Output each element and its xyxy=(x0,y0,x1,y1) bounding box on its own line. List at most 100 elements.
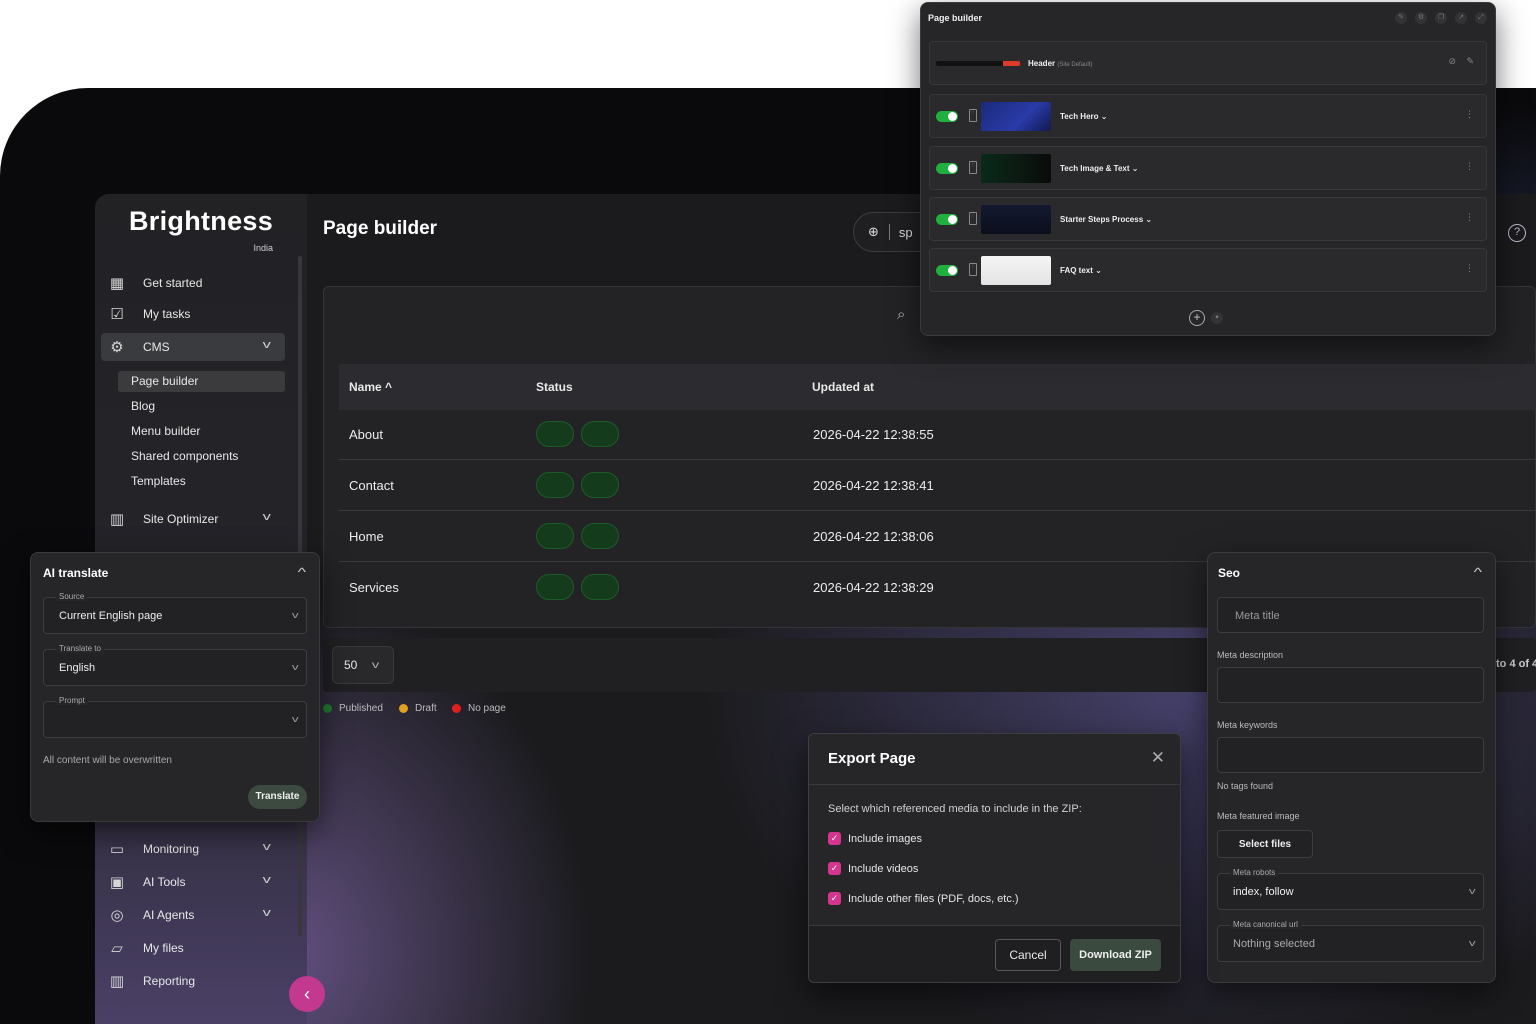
include-images-option[interactable]: ✓ Include images xyxy=(828,832,922,845)
drag-handle-icon[interactable]: ⋮ xyxy=(969,212,977,225)
section-row-header[interactable]: Header (Site Default) ⊘ ✎ xyxy=(929,41,1487,85)
page-name[interactable]: About xyxy=(349,427,383,442)
kebab-menu-icon[interactable]: ⋮ xyxy=(1465,263,1474,274)
field-label: Prompt xyxy=(56,696,88,705)
panel-title: Seo xyxy=(1218,566,1241,580)
export-icon[interactable]: ↗ xyxy=(1455,12,1467,24)
sidebar-item-monitoring[interactable]: ▭ Monitoring v xyxy=(101,835,285,863)
section-visibility-toggle[interactable] xyxy=(936,214,958,225)
section-row[interactable]: ⋮ Tech Image & Text ⌄ ⋮ xyxy=(929,146,1487,190)
page-builder-panel: Page builder ✎ ⚙ ❐ ↗ ⤢ Header (Site Defa… xyxy=(920,2,1496,336)
settings-icon[interactable]: ⚙ xyxy=(1415,12,1427,24)
status-badge xyxy=(581,421,619,447)
drag-handle-icon[interactable]: ⋮ xyxy=(969,161,977,174)
panel-toolbar: ✎ ⚙ ❐ ↗ ⤢ xyxy=(1395,12,1487,24)
drag-handle-icon[interactable]: ⋮ xyxy=(969,263,977,276)
kebab-menu-icon[interactable]: ⋮ xyxy=(1465,161,1474,172)
meta-robots-select[interactable]: Meta robots index, follow v xyxy=(1217,868,1484,910)
sidebar-item-reporting[interactable]: ▥ Reporting xyxy=(101,967,285,995)
checkbox-checked-icon[interactable]: ✓ xyxy=(828,892,841,905)
panel-title: AI translate xyxy=(43,566,109,580)
column-header-name[interactable]: Name ^ xyxy=(349,380,392,394)
select-files-button[interactable]: Select files xyxy=(1217,830,1313,858)
source-select[interactable]: Source Current English page v xyxy=(43,592,307,634)
close-icon[interactable]: ✕ xyxy=(1151,748,1165,768)
sidebar-item-site-optimizer[interactable]: ▥ Site Optimizer v xyxy=(101,505,285,533)
sidebar-item-ai-tools[interactable]: ▣ AI Tools v xyxy=(101,868,285,896)
section-label[interactable]: Starter Steps Process ⌄ xyxy=(1060,215,1152,224)
per-page-select[interactable]: 50 v xyxy=(332,646,394,684)
sidebar-item-get-started[interactable]: ▦ Get started xyxy=(101,269,285,297)
link-icon[interactable]: ⊘ xyxy=(1448,56,1456,67)
sidebar-item-label: Get started xyxy=(143,276,203,290)
kebab-menu-icon[interactable]: ⋮ xyxy=(1465,109,1474,120)
sidebar-item-label: My files xyxy=(143,941,184,955)
page-name[interactable]: Home xyxy=(349,529,384,544)
divider xyxy=(809,784,1180,785)
edit-icon[interactable]: ✎ xyxy=(1466,56,1474,67)
section-row[interactable]: ⋮ Tech Hero ⌄ ⋮ xyxy=(929,94,1487,138)
sidebar-sub-menu-builder[interactable]: Menu builder xyxy=(118,421,285,442)
chevron-up-icon[interactable]: ^ xyxy=(1474,565,1482,579)
chevron-down-icon: v xyxy=(262,874,271,886)
sidebar-sub-blog[interactable]: Blog xyxy=(118,396,285,417)
add-section-icon[interactable]: + xyxy=(1189,310,1205,326)
copy-icon[interactable]: ❐ xyxy=(1435,12,1447,24)
section-visibility-toggle[interactable] xyxy=(936,265,958,276)
meta-description-input[interactable] xyxy=(1217,667,1484,703)
translate-button[interactable]: Translate xyxy=(248,785,307,809)
status-badge xyxy=(536,421,574,447)
prompt-select[interactable]: Prompt v xyxy=(43,696,307,738)
meta-title-input[interactable]: Meta title xyxy=(1217,597,1484,633)
sidebar-item-cms[interactable]: ⚙ CMS v xyxy=(101,333,285,361)
checkbox-checked-icon[interactable]: ✓ xyxy=(828,832,841,845)
page-name[interactable]: Services xyxy=(349,580,399,595)
download-zip-button[interactable]: Download ZIP xyxy=(1070,939,1161,971)
field-value: Nothing selected xyxy=(1233,938,1315,950)
include-videos-option[interactable]: ✓ Include videos xyxy=(828,862,918,875)
sidebar-item-ai-agents[interactable]: ◎ AI Agents v xyxy=(101,901,285,929)
section-label[interactable]: FAQ text ⌄ xyxy=(1060,266,1102,275)
sidebar-item-label: Monitoring xyxy=(143,842,200,856)
status-badge xyxy=(536,472,574,498)
ai-agent-icon: ◎ xyxy=(110,907,124,924)
edit-icon[interactable]: ✎ xyxy=(1395,12,1407,24)
section-visibility-toggle[interactable] xyxy=(936,111,958,122)
sidebar-item-label: Site Optimizer xyxy=(143,512,219,526)
section-label[interactable]: Tech Image & Text ⌄ xyxy=(1060,164,1138,173)
option-label: Include videos xyxy=(848,862,919,875)
sidebar-item-my-files[interactable]: ▱ My files xyxy=(101,934,285,962)
page-name[interactable]: Contact xyxy=(349,478,394,493)
sidebar-sub-page-builder[interactable]: Page builder xyxy=(118,371,285,392)
bar-chart-icon: ▥ xyxy=(109,511,125,528)
meta-canonical-select[interactable]: Meta canonical url Nothing selected v xyxy=(1217,920,1484,962)
sidebar-item-my-tasks[interactable]: ☑ My tasks xyxy=(101,300,285,328)
drag-handle-icon[interactable]: ⋮ xyxy=(969,109,977,122)
expand-icon[interactable]: ⤢ xyxy=(1475,12,1487,24)
kebab-menu-icon[interactable]: ⋮ xyxy=(1465,212,1474,223)
brand-logo: Brightness India xyxy=(129,206,273,253)
sidebar-sub-templates[interactable]: Templates xyxy=(118,471,285,492)
collapse-sidebar-button[interactable]: ‹ xyxy=(289,976,325,1012)
translate-to-select[interactable]: Translate to English v xyxy=(43,644,307,686)
section-row[interactable]: ⋮ FAQ text ⌄ ⋮ xyxy=(929,248,1487,292)
column-header-updated[interactable]: Updated at xyxy=(812,380,874,394)
ai-sparkle-icon[interactable]: ✦ xyxy=(1211,312,1223,324)
section-label[interactable]: Tech Hero ⌄ xyxy=(1060,112,1107,121)
table-row[interactable]: Contact 2026-04-22 12:38:41 xyxy=(339,461,1536,511)
checkbox-checked-icon[interactable]: ✓ xyxy=(828,862,841,875)
folder-image-icon: ▱ xyxy=(111,940,123,957)
cancel-button[interactable]: Cancel xyxy=(995,939,1061,971)
table-row[interactable]: About 2026-04-22 12:38:55 xyxy=(339,410,1536,460)
search-icon[interactable]: ⌕ xyxy=(897,306,905,323)
sidebar-sub-shared-components[interactable]: Shared components xyxy=(118,446,285,467)
chevron-up-icon[interactable]: ^ xyxy=(298,565,306,579)
help-icon[interactable]: ? xyxy=(1508,224,1526,242)
table-header xyxy=(339,364,1536,410)
column-header-status[interactable]: Status xyxy=(536,380,573,394)
meta-keywords-input[interactable] xyxy=(1217,737,1484,773)
language-code: sp xyxy=(898,224,913,240)
section-row[interactable]: ⋮ Starter Steps Process ⌄ ⋮ xyxy=(929,197,1487,241)
include-other-files-option[interactable]: ✓ Include other files (PDF, docs, etc.) xyxy=(828,892,1019,905)
section-visibility-toggle[interactable] xyxy=(936,163,958,174)
